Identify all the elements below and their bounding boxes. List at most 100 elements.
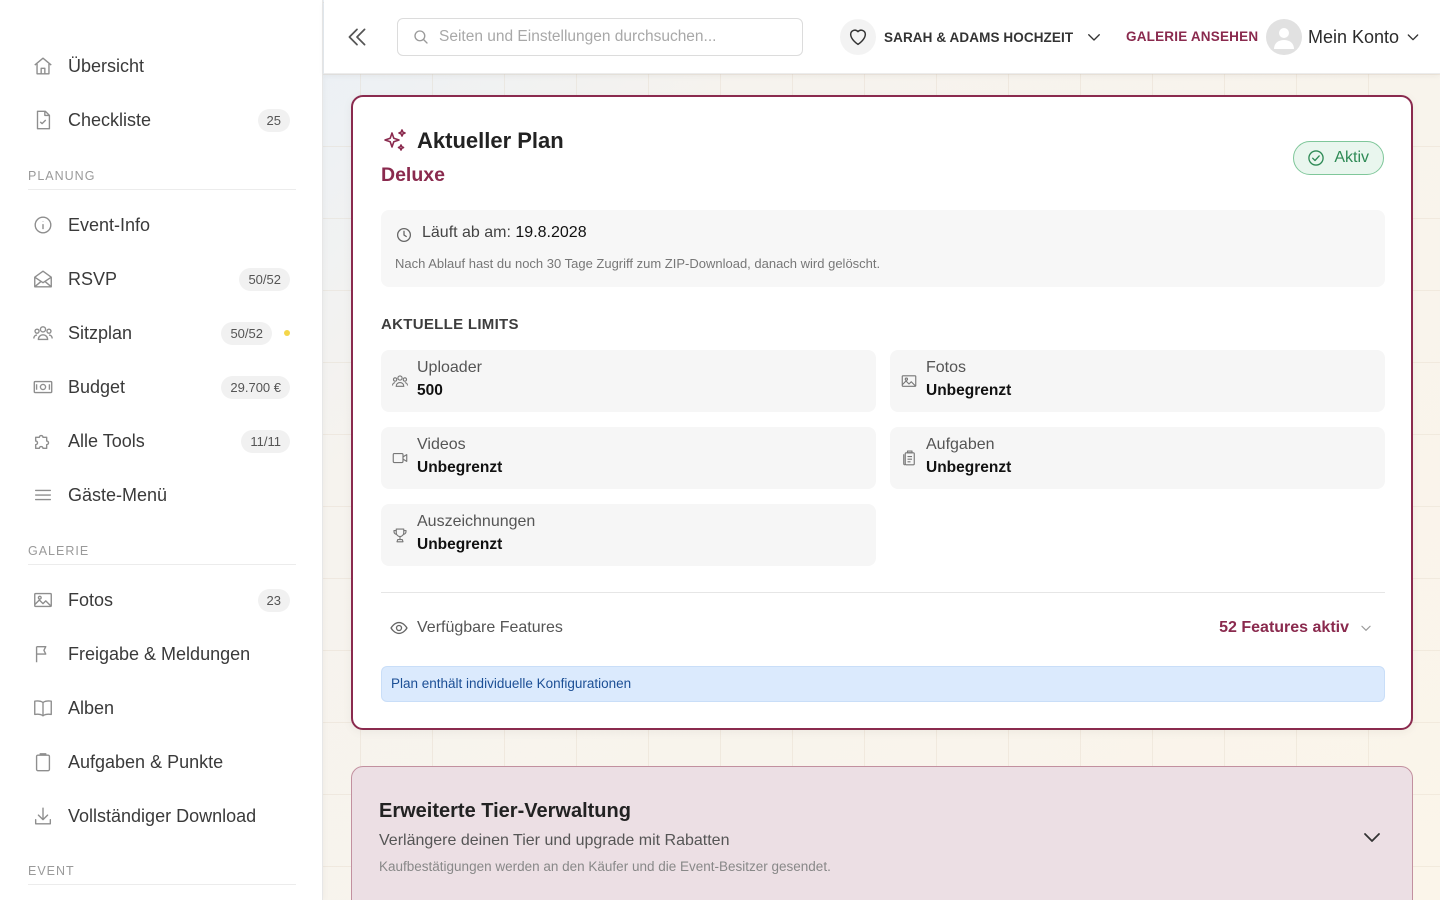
divider bbox=[381, 592, 1385, 593]
limit-label: Aufgaben bbox=[926, 436, 995, 453]
account-label: Mein Konto bbox=[1308, 26, 1400, 47]
status-label: Aktiv bbox=[1334, 149, 1369, 166]
search-box[interactable] bbox=[397, 18, 803, 56]
sidebar-item-alben[interactable]: Alben bbox=[26, 688, 296, 728]
sidebar-item-label: Alben bbox=[68, 697, 115, 718]
event-switcher[interactable]: SARAH & ADAMS HOCHZEIT bbox=[840, 19, 1103, 55]
limit-tile-aufgaben: Aufgaben Unbegrenzt bbox=[890, 427, 1385, 489]
expiry-label: Läuft ab am: bbox=[422, 224, 511, 241]
tier-title: Erweiterte Tier-Verwaltung bbox=[379, 800, 631, 822]
sidebar-item-sitzplan[interactable]: Sitzplan 50/52 bbox=[26, 313, 296, 353]
flag-icon bbox=[35, 645, 47, 663]
heart-icon bbox=[849, 29, 867, 46]
sidebar-item-aufgaben-punkte[interactable]: Aufgaben & Punkte bbox=[26, 742, 296, 782]
envelope-open-icon bbox=[34, 270, 52, 288]
features-label: Verfügbare Features bbox=[417, 619, 563, 636]
sidebar-item-event-info[interactable]: Event-Info bbox=[26, 205, 296, 245]
sidebar-item-alle-tools[interactable]: Alle Tools 11/11 bbox=[26, 421, 296, 461]
features-count: 52 Features aktiv bbox=[1219, 619, 1349, 636]
limit-label: Uploader bbox=[417, 359, 482, 376]
sidebar-item-label: Budget bbox=[68, 376, 126, 397]
view-gallery-link[interactable]: GALERIE ANSEHEN bbox=[1126, 29, 1258, 44]
sidebar-item-label: Event-Info bbox=[68, 214, 151, 235]
plan-name: Deluxe bbox=[381, 164, 445, 186]
clipboard-icon bbox=[35, 753, 51, 772]
limit-label: Auszeichnungen bbox=[417, 513, 536, 530]
trophy-icon bbox=[393, 528, 407, 543]
count-badge: 50/52 bbox=[221, 321, 272, 345]
video-icon bbox=[392, 452, 408, 464]
download-icon bbox=[34, 807, 52, 825]
section-title-planung: PLANUNG bbox=[28, 169, 296, 190]
limit-value: Unbegrenzt bbox=[926, 459, 1012, 476]
limit-tile-fotos: Fotos Unbegrenzt bbox=[890, 350, 1385, 412]
count-badge: 25 bbox=[257, 108, 290, 132]
tier-note: Kaufbestätigungen werden an den Käufer u… bbox=[379, 859, 831, 874]
sidebar-item-label: Vollständiger Download bbox=[68, 805, 257, 826]
user-icon bbox=[1274, 28, 1294, 49]
sidebar-item-label: Checkliste bbox=[68, 109, 152, 130]
book-open-icon bbox=[34, 700, 52, 717]
sidebar-item-budget[interactable]: Budget 29.700 € bbox=[26, 367, 296, 407]
sidebar-item-fotos[interactable]: Fotos 23 bbox=[26, 580, 296, 620]
sidebar-item-label: Alle Tools bbox=[68, 430, 145, 451]
event-name: SARAH & ADAMS HOCHZEIT bbox=[884, 29, 1074, 45]
check-circle-icon bbox=[1308, 150, 1325, 166]
count-badge: 23 bbox=[257, 588, 290, 612]
limit-tile-uploader: Uploader 500 bbox=[381, 350, 876, 412]
sidebar-item-freigabe-meldungen[interactable]: Freigabe & Meldungen bbox=[26, 634, 296, 674]
count-badge: 50/52 bbox=[239, 267, 290, 291]
collapse-sidebar-icon[interactable] bbox=[344, 24, 370, 50]
tier-subtitle: Verlängere deinen Tier und upgrade mit R… bbox=[379, 832, 730, 849]
section-title-galerie: GALERIE bbox=[28, 544, 296, 565]
chevron-down-icon bbox=[1361, 625, 1371, 631]
limit-value: Unbegrenzt bbox=[417, 536, 503, 553]
checklist-icon bbox=[36, 110, 51, 130]
count-badge: 11/11 bbox=[241, 429, 290, 453]
info-icon bbox=[34, 216, 52, 234]
chevron-down-icon[interactable] bbox=[1360, 825, 1384, 849]
section-title-event: EVENT bbox=[28, 864, 296, 885]
sidebar-item-label: Freigabe & Meldungen bbox=[68, 643, 251, 664]
sidebar-item-label: Sitzplan bbox=[68, 322, 133, 343]
sidebar-item-label: RSVP bbox=[68, 268, 118, 289]
account-menu[interactable]: Mein Konto bbox=[1266, 18, 1421, 56]
current-plan-card: Aktueller Plan Deluxe Aktiv Läuft ab am:… bbox=[351, 95, 1413, 730]
limit-label: Fotos bbox=[926, 359, 967, 376]
sidebar-item-label: Aufgaben & Punkte bbox=[68, 751, 224, 772]
tasks-icon bbox=[903, 450, 915, 466]
expiry-note: Nach Ablauf hast du noch 30 Tage Zugriff… bbox=[395, 256, 881, 271]
puzzle-icon bbox=[34, 434, 50, 450]
limit-label: Videos bbox=[417, 436, 466, 453]
sidebar-item-gaeste-menue[interactable]: Gäste-Menü bbox=[26, 475, 296, 515]
group-icon bbox=[33, 326, 53, 341]
expiry-line: Läuft ab am: 19.8.2028 bbox=[422, 224, 587, 242]
sidebar-item-rsvp[interactable]: RSVP 50/52 bbox=[26, 259, 296, 299]
sidebar-item-label: Gäste-Menü bbox=[68, 484, 168, 505]
available-features-toggle[interactable]: Verfügbare Features 52 Features aktiv bbox=[381, 610, 1385, 646]
sidebar-item-uebersicht[interactable]: Übersicht bbox=[26, 46, 296, 86]
banknote-icon bbox=[33, 380, 53, 394]
notification-dot bbox=[284, 330, 290, 336]
event-avatar bbox=[840, 19, 876, 55]
limit-value: Unbegrenzt bbox=[926, 382, 1012, 399]
tier-management-card[interactable]: Erweiterte Tier-Verwaltung Verlängere de… bbox=[351, 766, 1413, 900]
search-input[interactable] bbox=[439, 28, 799, 46]
sidebar: Übersicht Checkliste 25 PLANUNG Event-In… bbox=[0, 0, 323, 900]
status-badge: Aktiv bbox=[1293, 141, 1384, 175]
chevron-down-icon bbox=[1407, 34, 1419, 41]
sparkles-icon bbox=[384, 129, 406, 151]
limit-value: 500 bbox=[417, 382, 443, 399]
menu-icon bbox=[34, 489, 52, 501]
users-icon bbox=[391, 375, 409, 387]
sidebar-item-vollstaendiger-download[interactable]: Vollständiger Download bbox=[26, 796, 296, 836]
image-icon bbox=[901, 375, 917, 387]
sidebar-item-label: Fotos bbox=[68, 589, 114, 610]
avatar bbox=[1266, 19, 1302, 55]
expiry-date: 19.8.2028 bbox=[515, 224, 587, 241]
image-icon bbox=[34, 592, 52, 608]
top-bar: SARAH & ADAMS HOCHZEIT GALERIE ANSEHEN M… bbox=[324, 0, 1440, 74]
sidebar-item-label: Übersicht bbox=[68, 55, 145, 76]
sidebar-item-checkliste[interactable]: Checkliste 25 bbox=[26, 100, 296, 140]
chevron-down-icon bbox=[1088, 34, 1101, 41]
